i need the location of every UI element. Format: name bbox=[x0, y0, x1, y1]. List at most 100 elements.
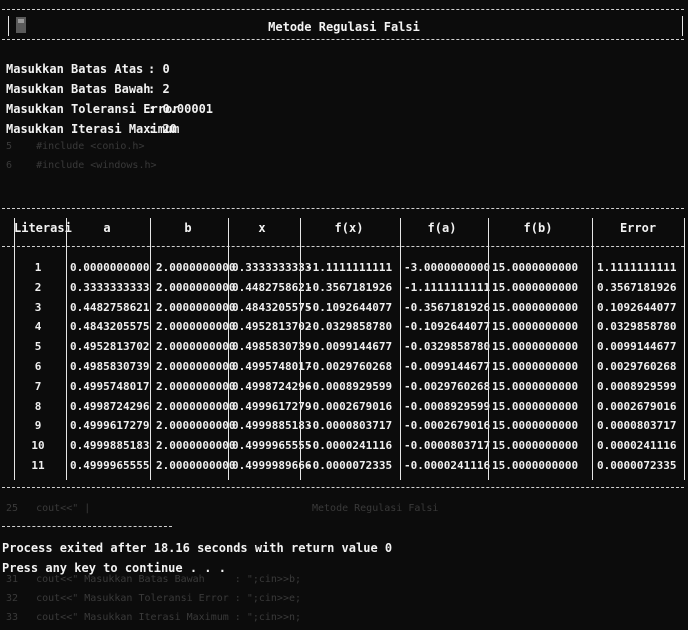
prompt-batas-atas: Masukkan Batas Atas: 0 bbox=[6, 62, 170, 76]
column-separator bbox=[300, 218, 301, 480]
col-header-fx: f(x) bbox=[334, 221, 364, 235]
column-separator bbox=[14, 218, 15, 480]
table-cell-literasi: 2 bbox=[34, 280, 42, 294]
table-cell-fx: -0.0002679016 bbox=[306, 399, 393, 413]
table-cell-error: 0.0000803717 bbox=[597, 419, 677, 433]
table-cell-a: 0.4952813702 bbox=[70, 340, 150, 354]
table-cell-a: 0.0000000000 bbox=[70, 261, 150, 274]
table-cell-a: 0.4482758621 bbox=[70, 300, 150, 314]
table-cell-fa: -0.0029760268 bbox=[404, 379, 491, 393]
table-cell-fa: -1.1111111111 bbox=[404, 280, 491, 294]
column-separator bbox=[400, 218, 401, 480]
exit-message: Process exited after 18.16 seconds with … bbox=[2, 541, 393, 555]
col-header-a: a bbox=[103, 221, 111, 235]
table-cell-fa: -0.3567181926 bbox=[404, 300, 491, 314]
table-cell-fb: 15.0000000000 bbox=[492, 261, 579, 274]
table-cell-fb: 15.0000000000 bbox=[492, 300, 579, 314]
col-header-error: Error bbox=[619, 221, 657, 235]
table-cell-b: 2.0000000000 bbox=[156, 340, 236, 354]
table-cell-fx: -0.0008929599 bbox=[306, 379, 393, 393]
table-row: 5 0.4952813702 2.0000000000 0.4985830739 -0.… bbox=[0, 340, 688, 360]
table-cell-literasi: 9 bbox=[34, 419, 42, 433]
table-cell-a: 0.4995748017 bbox=[70, 379, 150, 393]
table-cell-fa: -0.0002679016 bbox=[404, 419, 491, 433]
column-separator bbox=[592, 218, 593, 480]
table-cell-fb: 15.0000000000 bbox=[492, 340, 579, 354]
title-bottom-border bbox=[2, 39, 684, 40]
column-separator bbox=[150, 218, 151, 480]
table-cell-fa: -0.0000803717 bbox=[404, 439, 491, 453]
table-cell-b: 2.0000000000 bbox=[156, 320, 236, 334]
table-cell-error: 0.0000241116 bbox=[597, 439, 677, 453]
table-cell-a: 0.4999965555 bbox=[70, 459, 150, 472]
table-cell-error: 0.1092644077 bbox=[597, 300, 677, 314]
continue-message: Press any key to continue . . . bbox=[2, 561, 226, 575]
page-title: Metode Regulasi Falsi bbox=[268, 20, 420, 34]
table-cell-fx: -0.3567181926 bbox=[306, 280, 393, 294]
table-cell-a: 0.4985830739 bbox=[70, 360, 150, 373]
table-cell-fx: -1.1111111111 bbox=[306, 261, 393, 274]
col-header-b: b bbox=[184, 221, 192, 235]
table-cell-fx: -0.0000241116 bbox=[306, 439, 393, 453]
column-separator bbox=[66, 218, 67, 480]
table-cell-error: 0.0002679016 bbox=[597, 399, 677, 413]
table-cell-fx: -0.0000072335 bbox=[306, 459, 393, 472]
ghost-code-line: 32 cout<<" Masukkan Toleransi Error : ";… bbox=[6, 593, 302, 604]
col-header-fb: f(b) bbox=[523, 221, 553, 235]
table-cell-fx: -0.0329858780 bbox=[306, 320, 393, 334]
table-cell-fa: -0.0008929599 bbox=[404, 399, 491, 413]
table-cell-a: 0.3333333333 bbox=[70, 280, 150, 294]
table-cell-literasi: 3 bbox=[34, 300, 42, 314]
table-cell-a: 0.4998724296 bbox=[70, 399, 150, 413]
table-row: 4 0.4843205575 2.0000000000 0.4952813702 -0.… bbox=[0, 320, 688, 340]
table-row: 10 0.4999885183 2.0000000000 0.4999965555 -0… bbox=[0, 439, 688, 459]
col-header-x: x bbox=[258, 221, 266, 235]
prompt-iterasi-maximum: Masukkan Iterasi Maximum: 20 bbox=[6, 122, 180, 136]
table-cell-literasi: 4 bbox=[34, 320, 42, 334]
table-cell-fx: -0.0000803717 bbox=[306, 419, 393, 433]
table-cell-error: 0.3567181926 bbox=[597, 280, 677, 294]
table-cell-b: 2.0000000000 bbox=[156, 399, 236, 413]
table-cell-fb: 15.0000000000 bbox=[492, 419, 579, 433]
table-row: 6 0.4985830739 2.0000000000 0.4995748017 -0.… bbox=[0, 360, 688, 380]
table-cell-error: 0.0008929599 bbox=[597, 379, 677, 393]
table-cell-b: 2.0000000000 bbox=[156, 360, 236, 373]
table-cell-a: 0.4843205575 bbox=[70, 320, 150, 334]
table-row: 3 0.4482758621 2.0000000000 0.4843205575 -0.… bbox=[0, 301, 688, 321]
table-row: 2 0.3333333333 2.0000000000 0.4482758621 -0.… bbox=[0, 281, 688, 301]
table-cell-literasi: 7 bbox=[34, 379, 42, 393]
table-cell-fb: 15.0000000000 bbox=[492, 379, 579, 393]
table-cell-fb: 15.0000000000 bbox=[492, 439, 579, 453]
table-cell-error: 1.1111111111 bbox=[597, 261, 677, 274]
table-cell-b: 2.0000000000 bbox=[156, 261, 236, 274]
table-cell-fa: -0.1092644077 bbox=[404, 320, 491, 334]
table-top-border bbox=[2, 208, 684, 209]
prompt-toleransi-error: Masukkan Toleransi Error: 0.00001 bbox=[6, 102, 214, 116]
col-header-fa: f(a) bbox=[427, 221, 457, 235]
table-cell-error: 0.0000072335 bbox=[597, 459, 677, 472]
table-cell-fx: -0.0029760268 bbox=[306, 360, 393, 373]
table-row: 7 0.4995748017 2.0000000000 0.4998724296 -0.… bbox=[0, 380, 688, 400]
column-separator bbox=[684, 218, 685, 480]
table-cell-b: 2.0000000000 bbox=[156, 419, 236, 433]
table-cell-error: 0.0099144677 bbox=[597, 340, 677, 354]
ghost-title: Metode Regulasi Falsi bbox=[312, 503, 439, 514]
table-cell-b: 2.0000000000 bbox=[156, 280, 236, 294]
prompt-batas-bawah: Masukkan Batas Bawah: 2 bbox=[6, 82, 170, 96]
table-cell-fa: -0.0099144677 bbox=[404, 360, 491, 373]
table-cell-fa: -3.0000000000 bbox=[404, 261, 491, 274]
ghost-code-line: 5 #include <conio.h> bbox=[6, 141, 145, 152]
ghost-code-line: 6 #include <windows.h> bbox=[6, 160, 157, 171]
table-cell-b: 2.0000000000 bbox=[156, 459, 236, 472]
table-cell-literasi: 8 bbox=[34, 399, 42, 413]
footer-separator bbox=[2, 526, 172, 527]
table-cell-literasi: 5 bbox=[34, 340, 42, 354]
table-cell-fx: -0.1092644077 bbox=[306, 300, 393, 314]
table-cell-a: 0.4999617279 bbox=[70, 419, 150, 433]
table-cell-fb: 15.0000000000 bbox=[492, 280, 579, 294]
title-right-bar bbox=[682, 16, 683, 36]
table-cell-error: 0.0329858780 bbox=[597, 320, 677, 334]
table-row: 1 0.0000000000 2.0000000000 0.3333333333 -1.… bbox=[0, 261, 688, 281]
title-top-border bbox=[2, 9, 684, 10]
table-cell-b: 2.0000000000 bbox=[156, 300, 236, 314]
